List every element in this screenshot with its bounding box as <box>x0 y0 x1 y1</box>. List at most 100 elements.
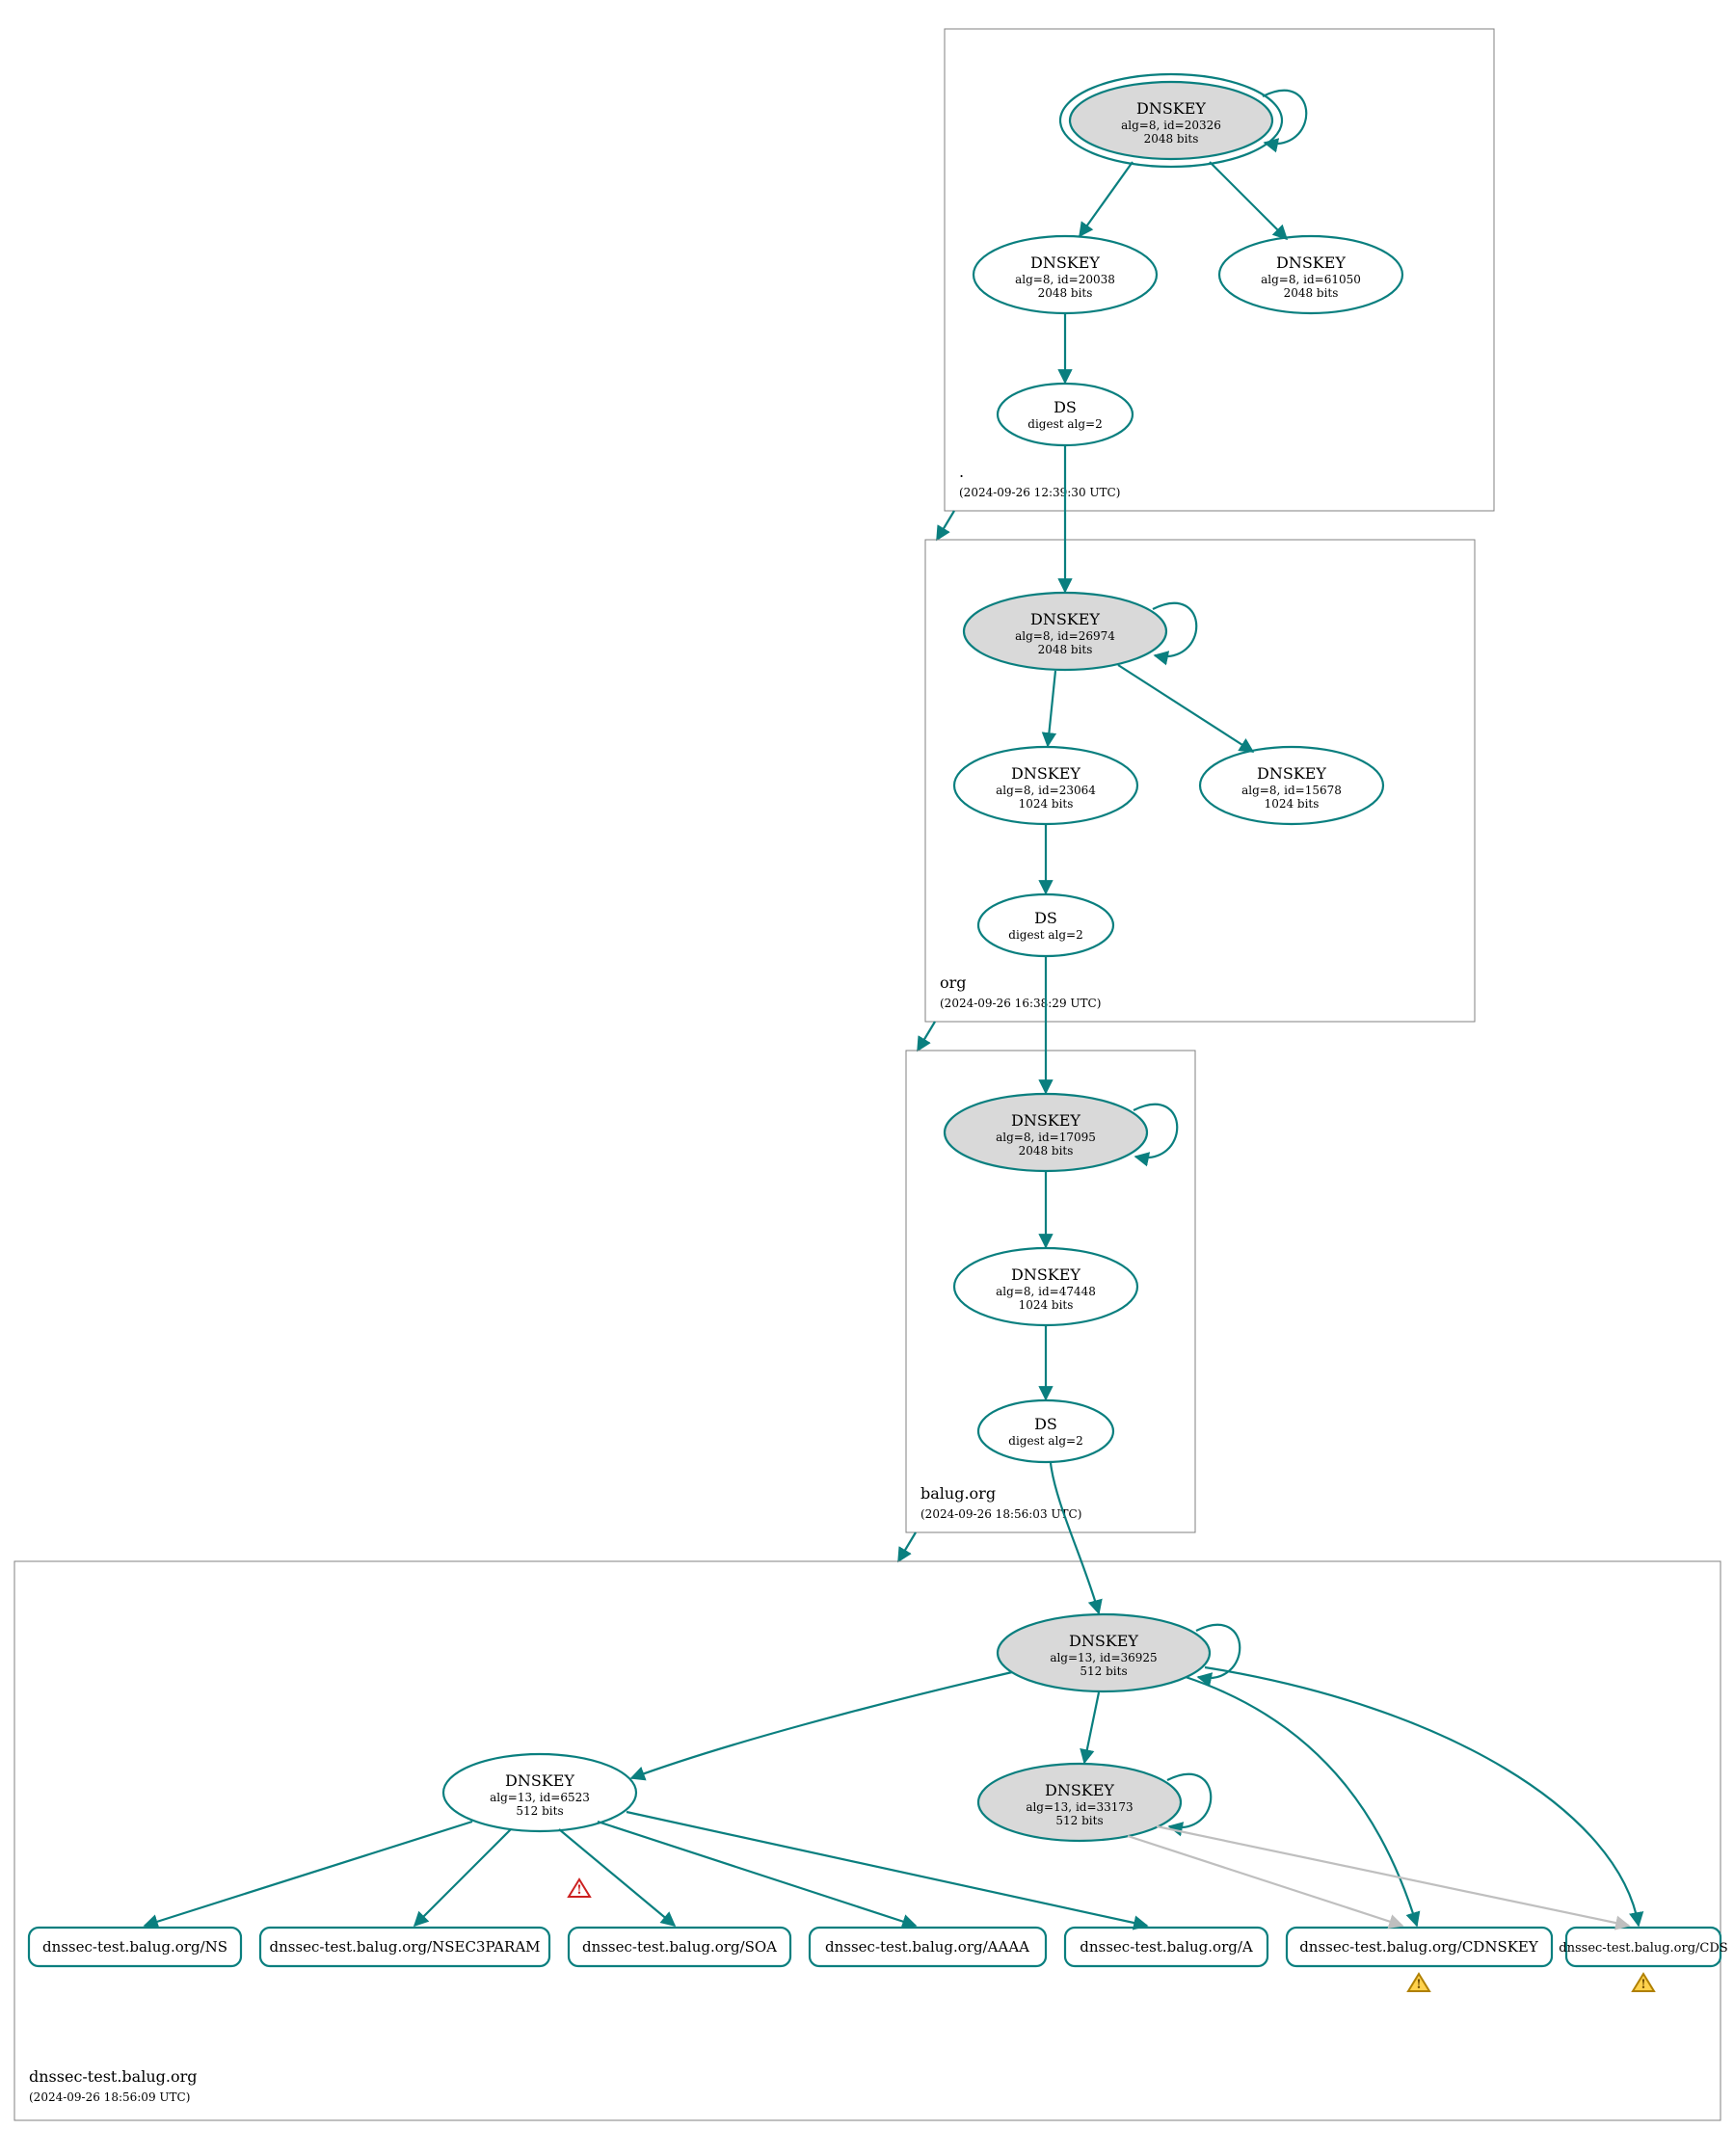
edge-deleg-balug-target <box>898 1532 916 1561</box>
svg-text:512 bits: 512 bits <box>516 1804 563 1818</box>
edge-org-ksk-stand <box>1118 665 1253 752</box>
node-org-standby: DNSKEY alg=8, id=15678 1024 bits <box>1200 747 1383 824</box>
svg-text:DNSKEY: DNSKEY <box>1069 1632 1138 1650</box>
node-root-zsk: DNSKEY alg=8, id=20038 2048 bits <box>974 236 1157 313</box>
zone-org-ts: (2024-09-26 16:38:29 UTC) <box>940 997 1101 1010</box>
svg-text:dnssec-test.balug.org/NSEC3PAR: dnssec-test.balug.org/NSEC3PARAM <box>269 1938 540 1956</box>
node-balug-ds: DS digest alg=2 <box>978 1400 1113 1462</box>
rr-cdnskey: dnssec-test.balug.org/CDNSKEY <box>1287 1928 1552 1966</box>
node-target-ksk: DNSKEY alg=13, id=36925 512 bits <box>998 1614 1210 1691</box>
svg-text:512 bits: 512 bits <box>1055 1814 1103 1827</box>
edge-zsk-nsec3p <box>414 1829 511 1926</box>
warning-icon-cds: ! <box>1633 1974 1654 1992</box>
edge-zsk-aaaa <box>598 1822 916 1926</box>
node-target-greykey: DNSKEY alg=13, id=33173 512 bits <box>978 1764 1181 1841</box>
zone-org-name: org <box>940 973 967 992</box>
svg-text:1024 bits: 1024 bits <box>1265 797 1320 811</box>
zone-org: org (2024-09-26 16:38:29 UTC) DNSKEY alg… <box>925 445 1475 1022</box>
svg-text:DNSKEY: DNSKEY <box>1045 1781 1114 1799</box>
error-icon: ! <box>569 1879 590 1898</box>
svg-text:1024 bits: 1024 bits <box>1019 1298 1074 1312</box>
svg-text:dnssec-test.balug.org/CDS: dnssec-test.balug.org/CDS <box>1559 1941 1727 1956</box>
svg-text:alg=13, id=6523: alg=13, id=6523 <box>490 1791 590 1804</box>
svg-text:alg=13, id=33173: alg=13, id=33173 <box>1026 1800 1133 1814</box>
node-root-standby: DNSKEY alg=8, id=61050 2048 bits <box>1219 236 1402 313</box>
svg-text:dnssec-test.balug.org/AAAA: dnssec-test.balug.org/AAAA <box>825 1938 1029 1956</box>
zone-balug: balug.org (2024-09-26 18:56:03 UTC) DNSK… <box>906 956 1195 1532</box>
zone-root-name: . <box>959 463 964 481</box>
svg-text:DNSKEY: DNSKEY <box>1011 1111 1080 1130</box>
zone-root: . (2024-09-26 12:39:30 UTC) DNSKEY alg=8… <box>945 29 1494 511</box>
rr-ns: dnssec-test.balug.org/NS <box>29 1928 241 1966</box>
edge-grey-cds <box>1157 1826 1629 1926</box>
warning-icon-cdnskey: ! <box>1408 1974 1429 1992</box>
edge-deleg-root-org <box>937 511 954 540</box>
node-org-ds: DS digest alg=2 <box>978 894 1113 956</box>
edge-org-ksk-zsk <box>1048 671 1055 746</box>
edge-balugds-targetksk <box>1051 1463 1099 1613</box>
svg-text:dnssec-test.balug.org/SOA: dnssec-test.balug.org/SOA <box>582 1938 777 1956</box>
svg-text:2048 bits: 2048 bits <box>1284 286 1339 300</box>
svg-text:DNSKEY: DNSKEY <box>1257 764 1326 783</box>
edge-zsk-ns <box>145 1822 472 1926</box>
svg-text:DS: DS <box>1034 909 1057 927</box>
rr-a: dnssec-test.balug.org/A <box>1065 1928 1267 1966</box>
edge-zsk-soa <box>559 1829 675 1926</box>
svg-text:DNSKEY: DNSKEY <box>1030 610 1100 628</box>
edge-target-ksk-zsk <box>631 1672 1012 1778</box>
node-target-zsk: DNSKEY alg=13, id=6523 512 bits <box>443 1754 636 1831</box>
svg-text:alg=8, id=15678: alg=8, id=15678 <box>1241 784 1342 797</box>
svg-text:DNSKEY: DNSKEY <box>1136 99 1206 118</box>
svg-text:digest alg=2: digest alg=2 <box>1027 417 1102 431</box>
svg-text:2048 bits: 2048 bits <box>1144 132 1199 146</box>
node-root-ksk: DNSKEY alg=8, id=20326 2048 bits <box>1060 74 1282 167</box>
rr-row: dnssec-test.balug.org/NS dnssec-test.bal… <box>29 1928 1728 1966</box>
rr-cds: dnssec-test.balug.org/CDS <box>1559 1928 1727 1966</box>
rr-aaaa: dnssec-test.balug.org/AAAA <box>810 1928 1046 1966</box>
edge-target-ksk-greykey <box>1084 1692 1099 1763</box>
svg-text:alg=8, id=20038: alg=8, id=20038 <box>1015 273 1115 286</box>
svg-text:alg=8, id=47448: alg=8, id=47448 <box>996 1285 1096 1298</box>
svg-text:alg=13, id=36925: alg=13, id=36925 <box>1050 1651 1157 1664</box>
zone-target-name: dnssec-test.balug.org <box>29 2067 197 2086</box>
zone-root-ts: (2024-09-26 12:39:30 UTC) <box>959 486 1120 499</box>
edge-ksk-cds <box>1205 1667 1639 1926</box>
svg-text:digest alg=2: digest alg=2 <box>1008 928 1082 942</box>
node-balug-ksk: DNSKEY alg=8, id=17095 2048 bits <box>945 1094 1147 1171</box>
svg-text:alg=8, id=20326: alg=8, id=20326 <box>1121 119 1221 132</box>
svg-text:2048 bits: 2048 bits <box>1038 286 1093 300</box>
node-balug-zsk: DNSKEY alg=8, id=47448 1024 bits <box>954 1248 1137 1325</box>
zone-target-ts: (2024-09-26 18:56:09 UTC) <box>29 2090 190 2104</box>
node-org-ksk: DNSKEY alg=8, id=26974 2048 bits <box>964 593 1166 670</box>
svg-text:DNSKEY: DNSKEY <box>1030 253 1100 272</box>
zone-balug-name: balug.org <box>920 1484 996 1503</box>
svg-text:digest alg=2: digest alg=2 <box>1008 1434 1082 1448</box>
svg-text:alg=8, id=61050: alg=8, id=61050 <box>1261 273 1361 286</box>
edge-deleg-org-balug <box>918 1022 935 1051</box>
svg-text:DNSKEY: DNSKEY <box>1276 253 1346 272</box>
svg-text:2048 bits: 2048 bits <box>1019 1144 1074 1158</box>
rr-soa: dnssec-test.balug.org/SOA <box>569 1928 790 1966</box>
svg-text:!: ! <box>1416 1978 1422 1992</box>
svg-text:DNSKEY: DNSKEY <box>1011 1265 1080 1284</box>
svg-text:2048 bits: 2048 bits <box>1038 643 1093 656</box>
node-org-zsk: DNSKEY alg=8, id=23064 1024 bits <box>954 747 1137 824</box>
zone-target: dnssec-test.balug.org (2024-09-26 18:56:… <box>14 1463 1728 2120</box>
rr-nsec3param: dnssec-test.balug.org/NSEC3PARAM <box>260 1928 549 1966</box>
edge-ksk-cdnskey <box>1186 1677 1417 1926</box>
svg-text:DS: DS <box>1054 398 1077 416</box>
node-root-ds: DS digest alg=2 <box>998 384 1133 445</box>
svg-text:alg=8, id=26974: alg=8, id=26974 <box>1015 629 1115 643</box>
svg-text:!: ! <box>1641 1978 1646 1992</box>
svg-text:alg=8, id=17095: alg=8, id=17095 <box>996 1131 1096 1144</box>
svg-text:DS: DS <box>1034 1415 1057 1433</box>
svg-text:dnssec-test.balug.org/A: dnssec-test.balug.org/A <box>1080 1938 1253 1956</box>
svg-text:!: ! <box>576 1883 582 1898</box>
svg-text:dnssec-test.balug.org/CDNSKEY: dnssec-test.balug.org/CDNSKEY <box>1299 1938 1539 1956</box>
svg-text:alg=8, id=23064: alg=8, id=23064 <box>996 784 1096 797</box>
svg-text:1024 bits: 1024 bits <box>1019 797 1074 811</box>
edge-root-ksk-zsk <box>1080 162 1133 236</box>
svg-text:dnssec-test.balug.org/NS: dnssec-test.balug.org/NS <box>42 1938 227 1956</box>
svg-text:DNSKEY: DNSKEY <box>505 1771 574 1790</box>
edge-root-ksk-stand <box>1210 162 1287 239</box>
